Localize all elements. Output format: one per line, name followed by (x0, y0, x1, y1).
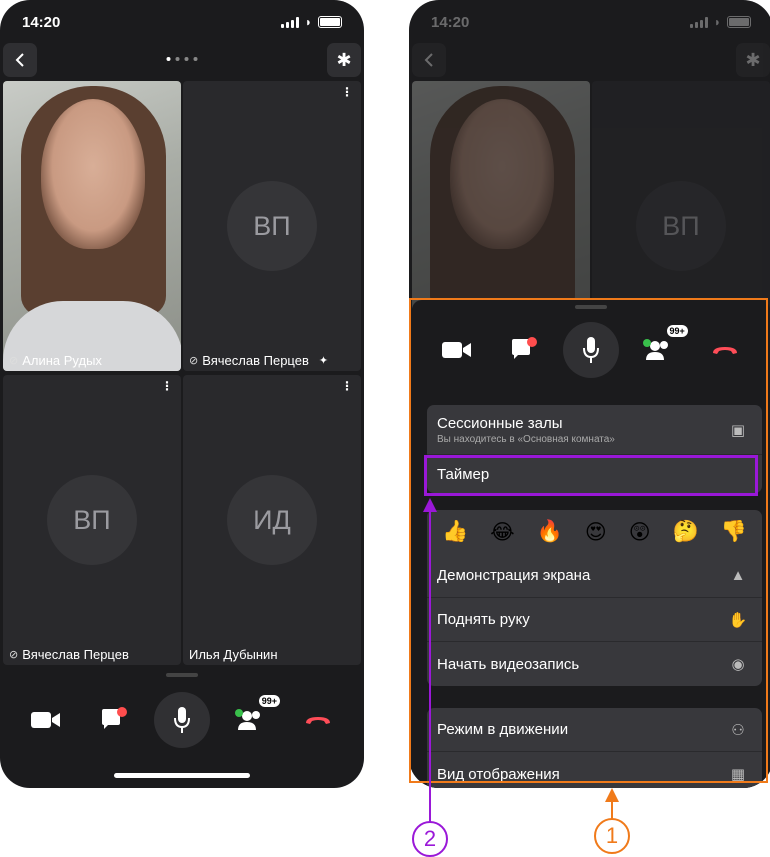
callout-1: 1 (594, 818, 630, 854)
annotation-arrows (423, 498, 619, 822)
callout-2: 2 (412, 821, 448, 857)
